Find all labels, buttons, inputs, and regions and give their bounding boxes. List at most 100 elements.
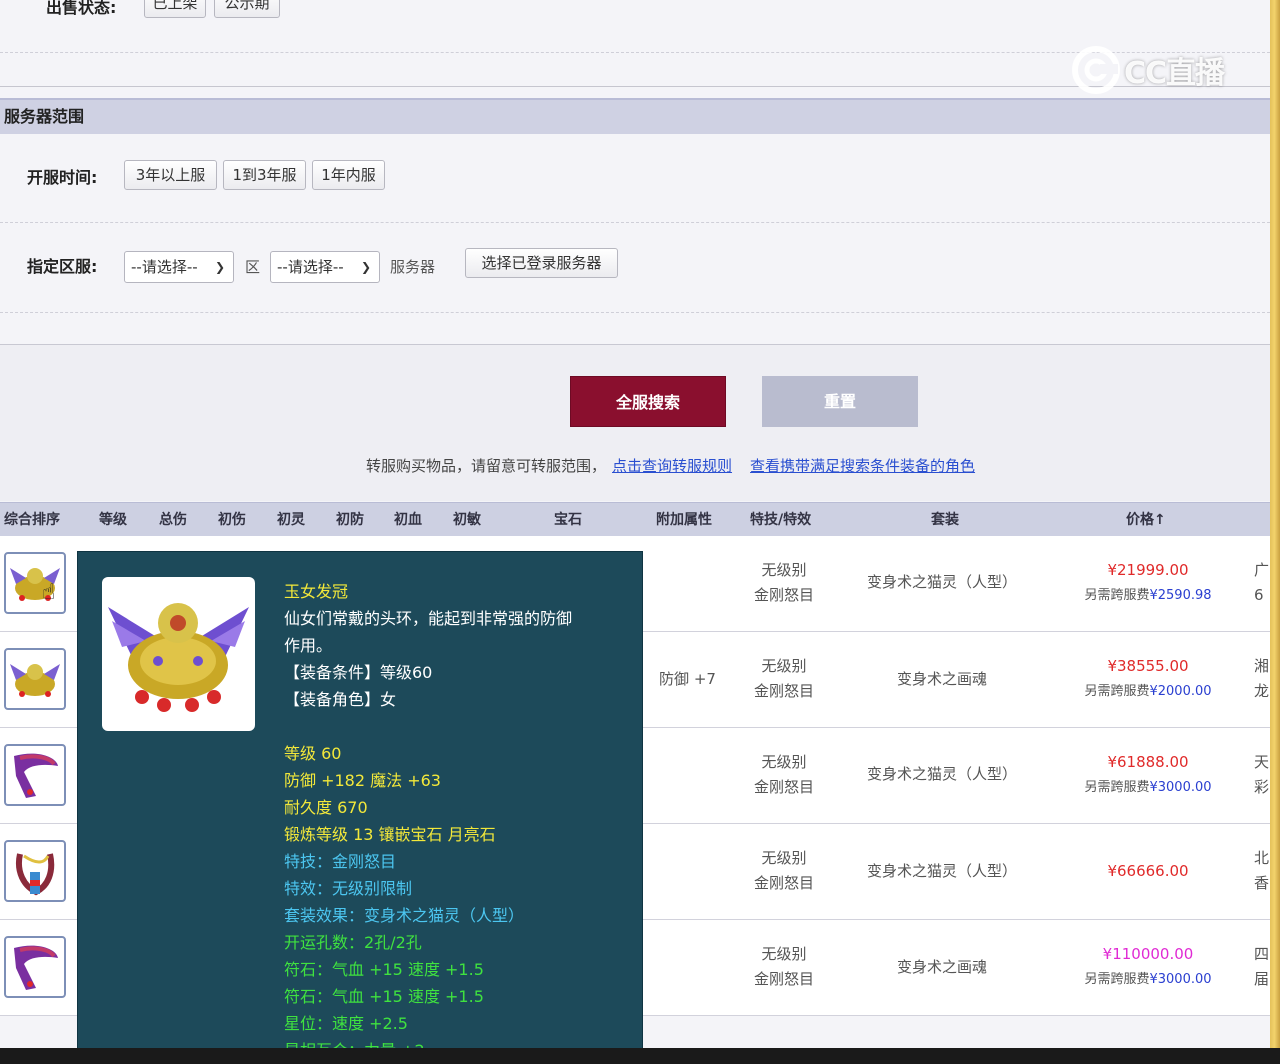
fee-value: ¥2590.98 [1149, 588, 1212, 603]
item-thumbnail[interactable] [4, 648, 66, 710]
fee-value: ¥3000.00 [1149, 780, 1212, 795]
cross-server-fee: 另需跨服费¥3000.00 [1060, 775, 1236, 800]
server-cell: 届 [1254, 970, 1270, 988]
chevron-down-icon: ❯ [214, 260, 225, 274]
edge-strip [1270, 0, 1280, 1064]
search-all-servers-button[interactable]: 全服搜索 [570, 376, 726, 427]
item-skill: 特技：金刚怒目 [284, 852, 397, 871]
tooltip-details: 玉女发冠 仙女们常戴的头环，能起到非常强的防御 作用。 【装备条件】等级60 【… [284, 578, 634, 1060]
view-roles-link[interactable]: 查看携带满足搜索条件装备的角色 [750, 457, 975, 475]
choose-logged-server-button[interactable]: 选择已登录服务器 [465, 248, 618, 278]
item-forge: 锻炼等级 13 镶嵌宝石 月亮石 [284, 825, 496, 844]
headdress-icon [10, 664, 60, 697]
divider [0, 222, 1270, 223]
skill-level-cell: 无级别 [761, 753, 807, 771]
skill-name-cell: 金刚怒目 [753, 586, 814, 604]
sort-price-header[interactable]: 价格↑ [1126, 503, 1166, 537]
skill-name-cell: 金刚怒目 [753, 970, 814, 988]
set-cell: 变身术之猫灵（人型） [866, 862, 1017, 880]
item-star: 星位：速度 +2.5 [284, 1014, 408, 1033]
item-desc: 仙女们常戴的头环，能起到非常强的防御 [284, 609, 573, 628]
item-defense: 防御 +182 魔法 +63 [284, 771, 441, 790]
server-cell: 彩 [1254, 778, 1270, 796]
table-header: 综合排序 等级 总伤 初伤 初灵 初防 初血 初敏 宝石 附加属性 特技/特效 … [0, 502, 1270, 536]
item-tooltip: 玉女发冠 仙女们常戴的头环，能起到非常强的防御 作用。 【装备条件】等级60 【… [77, 551, 643, 1061]
sort-init-damage-header[interactable]: 初伤 [218, 503, 246, 537]
sale-status-public-button[interactable]: 公示期 [214, 0, 280, 18]
zone-label: 指定区服: [27, 257, 98, 276]
cc-logo-icon [1072, 46, 1120, 94]
item-desc: 作用。 [284, 636, 333, 655]
price-cell: ¥21999.00 [1107, 561, 1189, 579]
skill-effect-header: 特技/特效 [750, 512, 812, 528]
set-header: 套装 [931, 512, 959, 528]
transfer-notice-text: 转服购买物品，请留意可转服范围， [366, 457, 607, 475]
extra-attr-header: 附加属性 [656, 512, 712, 528]
open-time-within1-button[interactable]: 1年内服 [312, 160, 385, 190]
scarf-icon [14, 945, 58, 990]
price-cell: ¥110000.00 [1102, 945, 1194, 963]
item-effect: 特效：无级别限制 [284, 879, 413, 898]
open-time-3plus-button[interactable]: 3年以上服 [124, 160, 217, 190]
sort-init-defense-header[interactable]: 初防 [336, 503, 364, 537]
divider [0, 312, 1270, 313]
sale-status-label: 出售状态: [46, 0, 117, 17]
page: 出售状态: 已上架 公示期 服务器范围 开服时间: 3年以上服 1到3年服 1年… [0, 0, 1270, 1064]
item-req-level: 【装备条件】等级60 [284, 663, 433, 682]
server-cell: 6 [1254, 586, 1264, 604]
zone-sep-label: 区 [245, 258, 261, 276]
item-thumbnail[interactable] [4, 840, 66, 902]
zone-select-value: --请选择-- [131, 258, 198, 276]
item-durability: 耐久度 670 [284, 798, 368, 817]
set-cell: 变身术之画魂 [896, 670, 987, 688]
sort-init-speed-header[interactable]: 初敏 [453, 503, 481, 537]
fee-label: 另需跨服费 [1084, 780, 1150, 795]
skill-level-cell: 无级别 [761, 849, 807, 867]
item-thumbnail[interactable]: ☝ [4, 552, 66, 614]
cross-server-fee: 另需跨服费¥3000.00 [1060, 967, 1236, 992]
fee-value: ¥2000.00 [1149, 684, 1212, 699]
zone-select[interactable]: --请选择-- ❯ [124, 251, 234, 283]
sort-init-hp-header[interactable]: 初血 [394, 503, 422, 537]
reset-button[interactable]: 重置 [762, 376, 918, 427]
sale-status-listed-button[interactable]: 已上架 [144, 0, 206, 18]
item-rune: 符石：气血 +15 速度 +1.5 [284, 960, 484, 979]
item-req-role: 【装备角色】女 [284, 690, 397, 709]
fee-label: 另需跨服费 [1084, 684, 1150, 699]
server-range-title: 服务器范围 [0, 98, 1270, 134]
price-cell: ¥38555.00 [1107, 657, 1189, 675]
cross-server-fee: 另需跨服费¥2590.98 [1060, 583, 1236, 608]
bottom-bar [0, 1048, 1280, 1064]
skill-name-cell: 金刚怒目 [753, 682, 814, 700]
server-cell: 香 [1254, 874, 1270, 892]
set-cell: 变身术之猫灵（人型） [866, 765, 1017, 783]
sort-overall-header[interactable]: 综合排序 [4, 503, 60, 537]
hand-cursor-icon: ☝ [42, 580, 56, 605]
server-cell: 天 [1254, 753, 1270, 771]
item-thumbnail[interactable] [4, 936, 66, 998]
sort-level-header[interactable]: 等级 [99, 503, 127, 537]
sort-init-spirit-header[interactable]: 初灵 [277, 503, 305, 537]
fee-label: 另需跨服费 [1084, 972, 1150, 987]
set-cell: 变身术之画魂 [896, 958, 987, 976]
server-cell: 龙 [1254, 682, 1270, 700]
sort-total-damage-header[interactable]: 总伤 [159, 503, 187, 537]
item-thumbnail[interactable] [4, 744, 66, 806]
necklace-icon [16, 853, 55, 896]
server-cell: 北 [1254, 849, 1270, 867]
item-name: 玉女发冠 [284, 582, 349, 601]
server-select[interactable]: --请选择-- ❯ [270, 251, 380, 283]
server-cell: 四 [1254, 945, 1270, 963]
open-time-label: 开服时间: [27, 168, 98, 187]
headdress-icon [108, 603, 249, 712]
scarf-icon [14, 753, 58, 798]
transfer-rules-link[interactable]: 点击查询转服规则 [612, 457, 732, 475]
item-rune: 符石：气血 +15 速度 +1.5 [284, 987, 484, 1006]
item-set-effect: 套装效果：变身术之猫灵（人型） [284, 906, 525, 925]
price-cell: ¥66666.00 [1107, 862, 1189, 880]
set-cell: 变身术之猫灵（人型） [866, 573, 1017, 591]
skill-level-cell: 无级别 [761, 945, 807, 963]
skill-name-cell: 金刚怒目 [753, 778, 814, 796]
open-time-1to3-button[interactable]: 1到3年服 [223, 160, 306, 190]
